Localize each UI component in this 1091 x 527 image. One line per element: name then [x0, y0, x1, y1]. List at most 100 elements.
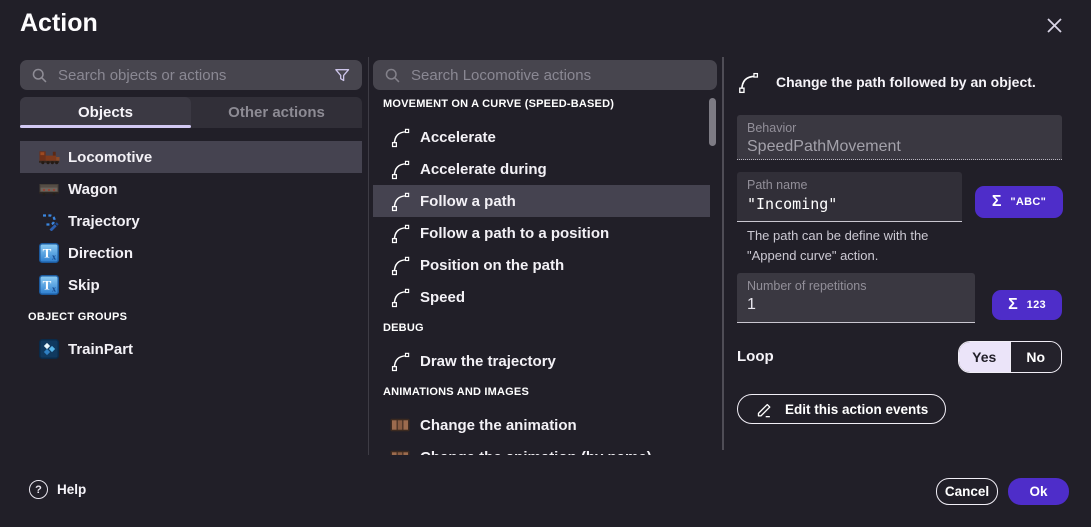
object-label: Skip [68, 277, 100, 294]
path-help-text: The path can be define with the "Append … [747, 226, 997, 266]
action-label: Speed [420, 289, 465, 306]
close-button[interactable] [1042, 13, 1066, 37]
action-label: Change the animation [420, 417, 577, 434]
action-description-row: Change the path followed by an object. [737, 68, 1067, 96]
action-row-draw-the-trajectory[interactable]: Draw the trajectory [373, 345, 710, 377]
action-description: Change the path followed by an object. [776, 74, 1036, 90]
sigma-icon: Σ [992, 194, 1002, 210]
text-object-icon: T x [38, 275, 60, 295]
path-expression-button[interactable]: Σ "ABC" [975, 186, 1063, 218]
edit-action-events-label: Edit this action events [785, 402, 928, 417]
path-curve-icon [388, 159, 412, 180]
panel-divider-right [722, 57, 724, 450]
path-curve-icon [388, 351, 412, 372]
path-name-field-value: "Incoming" [747, 195, 952, 213]
loop-yes-option[interactable]: Yes [959, 342, 1010, 372]
action-label: Accelerate [420, 129, 496, 146]
behavior-field-value: SpeedPathMovement [747, 138, 1052, 156]
svg-text:x: x [52, 285, 56, 294]
object-row-trainpart[interactable]: TrainPart [20, 333, 362, 365]
action-label: Draw the trajectory [420, 353, 556, 370]
section-header: DEBUG [373, 321, 710, 335]
filter-icon[interactable] [333, 66, 351, 84]
path-curve-icon [388, 191, 412, 212]
animation-icon [388, 450, 412, 455]
pencil-icon [755, 400, 774, 419]
svg-text:T: T [43, 278, 52, 293]
tab-other-actions-label: Other actions [228, 104, 325, 121]
action-label: Position on the path [420, 257, 564, 274]
sigma-icon: Σ [1008, 297, 1018, 313]
close-icon [1046, 17, 1063, 34]
object-row-trajectory[interactable]: Trajectory [20, 205, 362, 237]
actions-search-input[interactable] [411, 67, 706, 84]
help-icon: ? [29, 480, 48, 499]
object-label: Direction [68, 245, 133, 262]
path-name-field-label: Path name [747, 178, 952, 192]
tab-objects-label: Objects [78, 104, 133, 121]
help-label: Help [57, 482, 86, 497]
objects-list: Locomotive Wagon [20, 141, 362, 365]
object-label: Wagon [68, 181, 117, 198]
actions-scrollbar-thumb[interactable] [709, 98, 716, 146]
path-curve-icon [388, 287, 412, 308]
loop-label: Loop [737, 348, 774, 365]
path-curve-icon [388, 127, 412, 148]
actions-list: MOVEMENT ON A CURVE (SPEED-BASED) Accele… [373, 97, 710, 455]
search-icon [31, 67, 48, 84]
tab-other-actions[interactable]: Other actions [191, 97, 362, 128]
path-curve-icon [737, 71, 760, 94]
repetitions-field-label: Number of repetitions [747, 279, 965, 293]
path-help-line1: The path can be define with the [747, 226, 997, 246]
active-tab-underline [20, 125, 191, 128]
svg-text:T: T [43, 246, 52, 261]
object-group-icon [38, 339, 60, 359]
action-row-position-on-the-path[interactable]: Position on the path [373, 249, 710, 281]
object-groups-header: OBJECT GROUPS [20, 301, 362, 333]
action-row-change-the-animation-by-name[interactable]: Change the animation (by name) [373, 441, 710, 455]
cancel-button[interactable]: Cancel [936, 478, 998, 505]
object-label: Trajectory [68, 213, 140, 230]
action-row-accelerate-during[interactable]: Accelerate during [373, 153, 710, 185]
edit-action-events-button[interactable]: Edit this action events [737, 394, 946, 424]
objects-search-box [20, 60, 362, 90]
animation-icon [388, 418, 412, 432]
action-label: Follow a path [420, 193, 516, 210]
object-row-skip[interactable]: T x Skip [20, 269, 362, 301]
object-row-direction[interactable]: T x Direction [20, 237, 362, 269]
panel-divider-left [368, 57, 369, 455]
object-row-wagon[interactable]: Wagon [20, 173, 362, 205]
object-label: Locomotive [68, 149, 152, 166]
repetitions-expression-button[interactable]: Σ 123 [992, 290, 1062, 320]
repetitions-field[interactable]: Number of repetitions 1 [737, 273, 975, 323]
action-row-follow-a-path-to-a-position[interactable]: Follow a path to a position [373, 217, 710, 249]
section-header: ANIMATIONS AND IMAGES [373, 385, 710, 399]
page-title: Action [20, 9, 98, 38]
action-row-speed[interactable]: Speed [373, 281, 710, 313]
path-name-field[interactable]: Path name "Incoming" [737, 172, 962, 222]
wagon-icon [38, 182, 60, 196]
behavior-field-label: Behavior [747, 121, 1052, 135]
tab-objects[interactable]: Objects [20, 97, 191, 128]
section-header: MOVEMENT ON A CURVE (SPEED-BASED) [373, 97, 710, 111]
action-label: Change the animation (by name) [420, 449, 652, 456]
action-dialog: Action Objects Other actions [0, 0, 1091, 527]
action-row-follow-a-path[interactable]: Follow a path [373, 185, 710, 217]
objects-search-input[interactable] [58, 67, 323, 84]
help-link[interactable]: ? Help [29, 480, 86, 499]
repetitions-field-value: 1 [747, 296, 965, 314]
behavior-field: Behavior SpeedPathMovement [737, 115, 1062, 160]
group-label: TrainPart [68, 341, 133, 358]
object-row-locomotive[interactable]: Locomotive [20, 141, 362, 173]
action-row-accelerate[interactable]: Accelerate [373, 121, 710, 153]
locomotive-icon [38, 150, 60, 165]
actions-search-box [373, 60, 717, 90]
action-row-change-the-animation[interactable]: Change the animation [373, 409, 710, 441]
action-label: Follow a path to a position [420, 225, 609, 242]
svg-text:x: x [52, 253, 56, 262]
trajectory-icon [38, 211, 60, 231]
loop-no-option[interactable]: No [1010, 342, 1062, 372]
path-curve-icon [388, 223, 412, 244]
left-panel-tabs: Objects Other actions [20, 97, 362, 128]
ok-button[interactable]: Ok [1008, 478, 1069, 505]
